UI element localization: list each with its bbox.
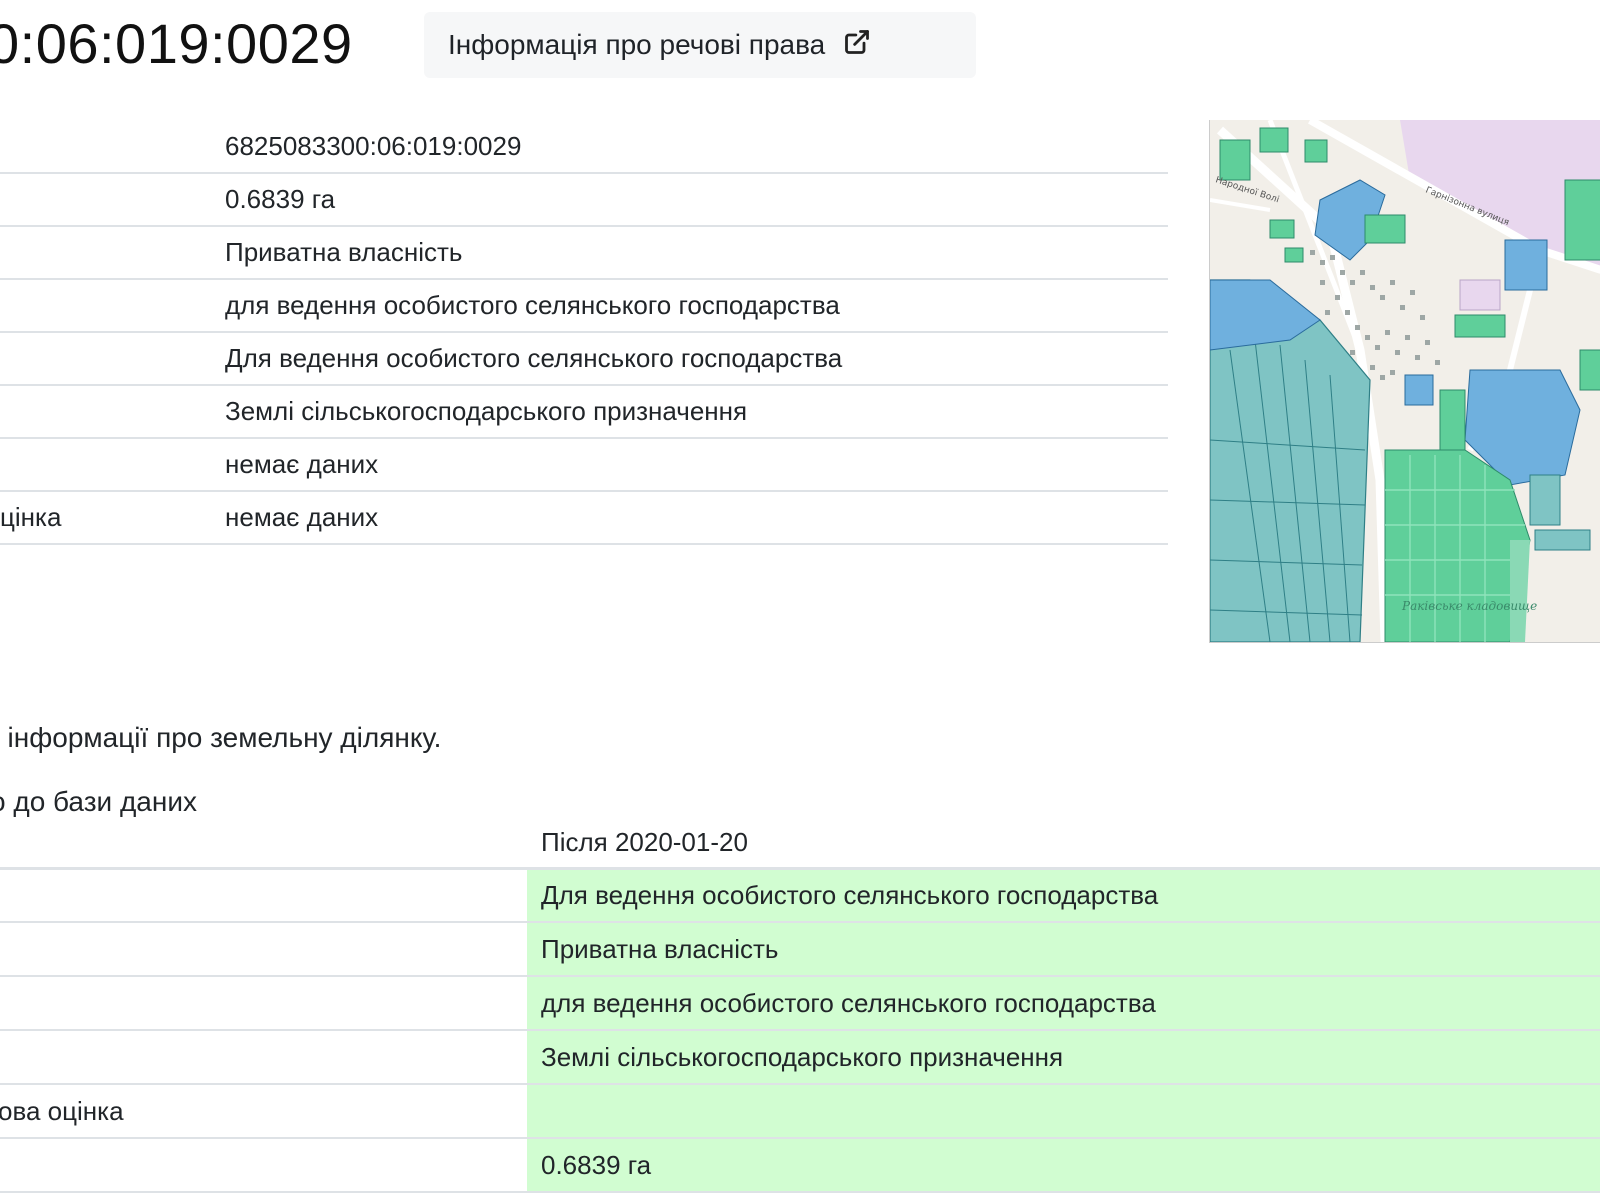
table-row: Для ведення особистого селянського госпо… xyxy=(0,868,1600,923)
history-header-after: Після 2020-01-20 xyxy=(527,818,1600,870)
usage-value: Для ведення особистого селянського госпо… xyxy=(225,332,1168,386)
external-link-icon xyxy=(843,28,871,63)
row-label xyxy=(0,1030,527,1085)
ownership-value: Приватна власність xyxy=(225,226,1168,280)
row-value: для ведення особистого селянського госпо… xyxy=(527,976,1600,1031)
property-rights-button[interactable]: Інформація про речові права xyxy=(424,12,976,78)
row-label xyxy=(0,279,225,333)
row-value: Землі сільськогосподарського призначення xyxy=(527,1030,1600,1085)
property-rights-button-label: Інформація про речові права xyxy=(448,29,826,60)
info-note: / інформації про земельну ділянку. xyxy=(0,722,442,753)
row-value xyxy=(527,1084,1600,1139)
row-label xyxy=(0,922,527,977)
row-value: Для ведення особистого селянського госпо… xyxy=(527,868,1600,923)
history-table: Після 2020-01-20 Для ведення особистого … xyxy=(0,818,1600,1193)
land-category-value: Землі сільськогосподарського призначення xyxy=(225,385,1168,439)
area-value: 0.6839 га xyxy=(225,173,1168,227)
map-label-cemetery: Раківське кладовище xyxy=(1401,599,1537,613)
row-label xyxy=(0,226,225,280)
row-value: Приватна власність xyxy=(527,922,1600,977)
row-label xyxy=(0,976,527,1031)
table-row: для ведення особистого селянського госпо… xyxy=(0,279,1168,333)
row-label xyxy=(0,438,225,492)
table-row: Землі сільськогосподарського призначення xyxy=(0,385,1168,439)
row-label: цінка xyxy=(0,491,225,545)
cadastral-map[interactable]: Гарнізонна вулиця Народної Волі Раківськ… xyxy=(1209,120,1600,643)
purpose-value: для ведення особистого селянського госпо… xyxy=(225,279,1168,333)
valuation-value: немає даних xyxy=(225,491,1168,545)
row-label: ова оцінка xyxy=(0,1084,527,1139)
table-row: Приватна власність xyxy=(0,226,1168,280)
parcel-info-table: 6825083300:06:019:0029 0.6839 га Приватн… xyxy=(0,120,1168,545)
row-value: 0.6839 га xyxy=(527,1138,1600,1193)
row-value: немає даних xyxy=(225,438,1168,492)
row-label xyxy=(0,173,225,227)
row-label xyxy=(0,868,527,923)
table-row: немає даних xyxy=(0,438,1168,492)
row-label xyxy=(0,120,225,174)
cadastral-number-value: 6825083300:06:019:0029 xyxy=(225,120,1168,174)
page-title: 0:06:019:0029 xyxy=(0,12,353,75)
table-row: Землі сільськогосподарського призначення xyxy=(0,1030,1600,1085)
table-row: Для ведення особистого селянського госпо… xyxy=(0,332,1168,386)
row-label xyxy=(0,1138,527,1193)
history-caption: о до бази даних xyxy=(0,786,197,817)
table-row: ова оцінка xyxy=(0,1084,1600,1139)
history-header-label xyxy=(0,818,527,870)
row-label xyxy=(0,385,225,439)
table-row: 0.6839 га xyxy=(0,1138,1600,1193)
table-row: для ведення особистого селянського госпо… xyxy=(0,976,1600,1031)
map-canvas: Гарнізонна вулиця Народної Волі Раківськ… xyxy=(1210,120,1600,642)
table-row: цінка немає даних xyxy=(0,491,1168,545)
table-row: Приватна власність xyxy=(0,922,1600,977)
table-row: 0.6839 га xyxy=(0,173,1168,227)
row-label xyxy=(0,332,225,386)
table-row: 6825083300:06:019:0029 xyxy=(0,120,1168,174)
history-header-row: Після 2020-01-20 xyxy=(0,818,1600,870)
